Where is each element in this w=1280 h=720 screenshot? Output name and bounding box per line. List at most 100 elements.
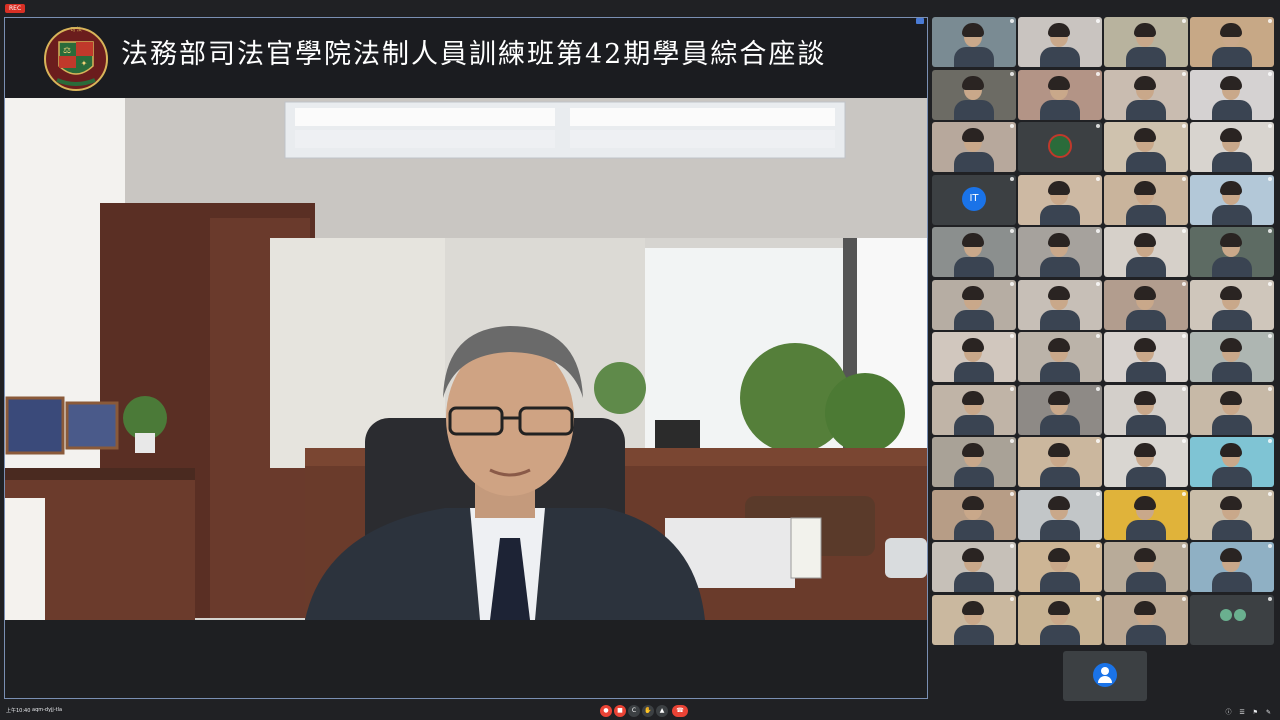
mic-off-icon	[1268, 71, 1272, 76]
participant-tile[interactable]	[932, 489, 1016, 540]
participant-tile[interactable]	[932, 279, 1016, 330]
side-panel-icons[interactable]: ⓘ ☰ ⚑ ✎	[1225, 707, 1274, 716]
end-call-button[interactable]: ☎	[672, 705, 688, 717]
participant-avatar-hair	[1220, 285, 1242, 300]
self-view-tile[interactable]	[1063, 651, 1147, 701]
participant-tile[interactable]	[1018, 69, 1102, 120]
mic-off-icon	[1010, 334, 1014, 338]
participant-tile[interactable]	[932, 69, 1016, 120]
participant-tile[interactable]	[932, 542, 1016, 592]
participant-tile[interactable]	[1018, 227, 1102, 277]
participant-avatar-body	[1040, 467, 1080, 487]
office-scene	[5, 98, 927, 620]
participant-tile[interactable]	[1018, 17, 1102, 67]
participant-tile[interactable]	[1104, 384, 1188, 435]
participant-tile[interactable]	[932, 332, 1016, 382]
participant-tile[interactable]	[1018, 542, 1102, 592]
raise-hand-button[interactable]: ✋	[642, 705, 654, 717]
participant-avatar-body	[1040, 362, 1080, 382]
participant-tile[interactable]	[1018, 279, 1102, 330]
participant-tile[interactable]	[1190, 122, 1274, 172]
participant-tile[interactable]	[1190, 69, 1274, 120]
main-speaker-stage[interactable]: ⚖ ✦ 司 法 法務部司法官學院法制人員訓練班第42期學員綜合座談	[4, 17, 928, 699]
participant-tile[interactable]	[1190, 594, 1274, 645]
mic-off-icon	[1182, 71, 1186, 76]
participant-tile[interactable]	[1018, 174, 1102, 225]
participant-tile[interactable]	[1190, 384, 1274, 435]
mic-off-icon	[1182, 124, 1186, 128]
mic-off-icon	[1182, 176, 1186, 181]
participant-avatar-hair	[962, 128, 984, 142]
participant-tile[interactable]	[1190, 17, 1274, 67]
mic-off-icon	[1182, 19, 1186, 23]
participant-tile[interactable]	[1190, 174, 1274, 225]
participant-tile[interactable]	[1018, 594, 1102, 645]
participant-avatar-body	[1126, 152, 1166, 172]
participant-tile[interactable]	[932, 122, 1016, 172]
participant-avatar-body	[1040, 414, 1080, 435]
participant-tile[interactable]	[1104, 174, 1188, 225]
participant-avatar-body	[1040, 99, 1080, 120]
participant-avatar-body	[1126, 309, 1166, 330]
participant-avatar-hair	[962, 390, 984, 405]
participant-tile[interactable]	[1104, 489, 1188, 540]
participant-tile[interactable]	[1104, 542, 1188, 592]
participant-avatar-hair	[1220, 23, 1242, 37]
academy-emblem-icon: ⚖ ✦ 司 法	[44, 26, 108, 91]
participant-tile[interactable]	[1018, 384, 1102, 435]
svg-text:⚖: ⚖	[63, 46, 71, 56]
participant-tile[interactable]	[932, 227, 1016, 277]
captions-button[interactable]: C	[628, 705, 640, 717]
mic-off-icon	[1010, 124, 1014, 128]
participant-avatar-hair	[962, 285, 984, 300]
participant-tile[interactable]	[1018, 489, 1102, 540]
participant-avatar-hair	[962, 548, 984, 562]
clock: 上午10:40	[6, 708, 31, 714]
participant-tile[interactable]	[1190, 279, 1274, 330]
participant-tile[interactable]	[1104, 332, 1188, 382]
participant-tile[interactable]	[932, 437, 1016, 487]
participant-tile[interactable]	[1104, 17, 1188, 67]
participant-avatar-body	[954, 362, 994, 382]
participant-tile[interactable]	[1104, 594, 1188, 645]
participant-tile[interactable]	[932, 594, 1016, 645]
participant-avatar-body	[1212, 99, 1252, 120]
participant-tile[interactable]	[1104, 279, 1188, 330]
present-button[interactable]: ▲	[656, 705, 668, 717]
participant-avatar-hair	[1134, 128, 1156, 142]
participant-avatar-body	[1126, 204, 1166, 225]
participant-avatar-body	[1040, 572, 1080, 592]
participant-avatar-hair	[1134, 233, 1156, 247]
participant-avatar-body	[1212, 152, 1252, 172]
participant-tile[interactable]	[1104, 69, 1188, 120]
participant-tile[interactable]	[1018, 332, 1102, 382]
mic-off-icon	[1096, 439, 1100, 443]
participant-tile[interactable]	[1104, 122, 1188, 172]
participant-tile[interactable]	[1190, 227, 1274, 277]
mic-off-icon	[1182, 544, 1186, 548]
participant-avatar-hair	[1048, 75, 1070, 90]
participant-tile[interactable]	[1190, 542, 1274, 592]
participant-tile[interactable]	[1104, 437, 1188, 487]
participant-tile[interactable]	[1190, 332, 1274, 382]
mic-off-icon	[1096, 386, 1100, 391]
mic-button[interactable]: ●	[600, 705, 612, 717]
mic-off-icon	[1010, 491, 1014, 496]
participant-tile[interactable]	[1190, 489, 1274, 540]
participant-avatar-hair	[1220, 128, 1242, 142]
participant-avatar-body	[1212, 414, 1252, 435]
participant-avatar-hair	[962, 23, 984, 37]
participant-tile[interactable]	[1018, 437, 1102, 487]
participant-avatar-hair	[1134, 495, 1156, 510]
mic-off-icon	[1268, 19, 1272, 23]
participant-tile[interactable]: IT	[932, 174, 1016, 225]
participant-tile[interactable]	[1104, 227, 1188, 277]
participant-tile[interactable]	[1190, 437, 1274, 487]
participant-tile[interactable]	[932, 384, 1016, 435]
mic-off-icon	[1182, 229, 1186, 233]
participant-tile[interactable]	[1018, 122, 1102, 172]
pin-icon[interactable]	[916, 18, 924, 24]
participant-avatar-hair	[1048, 23, 1070, 37]
camera-button[interactable]: ■	[614, 705, 626, 717]
participant-tile[interactable]	[932, 17, 1016, 67]
